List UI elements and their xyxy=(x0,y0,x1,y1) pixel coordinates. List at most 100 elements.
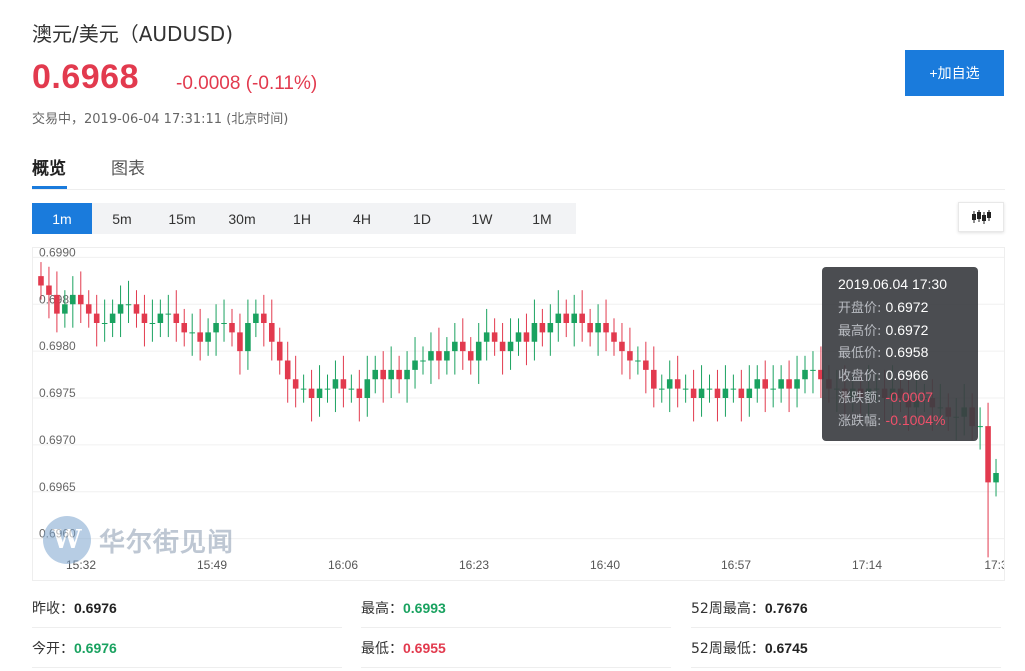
candle-body xyxy=(93,313,100,323)
candle-body xyxy=(595,323,601,333)
candle-body xyxy=(141,313,148,323)
stat-low: 最低：0.6955 xyxy=(361,632,671,668)
stat-label: 昨收： xyxy=(32,601,74,617)
candle-body xyxy=(436,351,442,361)
candle-body xyxy=(746,388,753,398)
stat-prev-close: 昨收：0.6976 xyxy=(32,592,342,628)
period-5m[interactable]: 5m xyxy=(92,203,152,234)
candle-body xyxy=(380,369,386,380)
candle-body xyxy=(372,369,379,380)
candle-body xyxy=(794,379,800,389)
period-1mo[interactable]: 1M xyxy=(512,203,572,234)
last-price: 0.6968 xyxy=(32,58,139,96)
y-tick-label: 0.6970 xyxy=(39,433,76,447)
candle-body xyxy=(531,323,538,342)
active-tab-indicator xyxy=(32,186,67,189)
candle-body xyxy=(467,351,474,361)
x-tick-label: 17:3 xyxy=(984,558,1005,572)
candle-body xyxy=(714,388,721,398)
candle-body xyxy=(420,360,426,362)
candle-body xyxy=(109,313,116,323)
candle-body xyxy=(324,388,331,390)
candle-body xyxy=(563,313,570,323)
tooltip-row: 收盘价: 0.6966 xyxy=(838,365,962,388)
candle-body xyxy=(117,304,124,314)
x-tick-label: 16:57 xyxy=(721,558,751,572)
candle-body xyxy=(340,379,347,389)
stat-label: 最高： xyxy=(361,601,403,617)
stat-open: 今开：0.6976 xyxy=(32,632,342,668)
candle-body xyxy=(754,379,761,389)
stat-value: 0.6993 xyxy=(403,600,446,616)
tooltip-row: 开盘价: 0.6972 xyxy=(838,297,962,320)
stat-52w-high: 52周最高：0.7676 xyxy=(691,592,1001,628)
candle-body xyxy=(507,341,514,352)
x-tick-label: 16:23 xyxy=(459,558,489,572)
candle-body xyxy=(499,341,506,352)
period-selector: 1m 5m 15m 30m 1H 4H 1D 1W 1M xyxy=(32,203,576,234)
candle-body xyxy=(460,341,466,352)
x-tick-label: 16:06 xyxy=(328,558,358,572)
y-tick-label: 0.6990 xyxy=(39,248,76,259)
candle-body xyxy=(722,388,729,398)
tooltip-value: 0.6972 xyxy=(885,321,929,338)
candle-body xyxy=(635,360,641,362)
candle-body xyxy=(284,360,291,380)
stat-value: 0.6976 xyxy=(74,640,117,656)
candle-body xyxy=(213,323,219,333)
period-15m[interactable]: 15m xyxy=(152,203,212,234)
price-change: -0.0008 (-0.11%) xyxy=(176,73,318,94)
candle-body xyxy=(261,313,267,323)
period-1d[interactable]: 1D xyxy=(392,203,452,234)
tooltip-label: 最低价: xyxy=(838,346,882,361)
tooltip-label: 收盘价: xyxy=(838,368,882,384)
candle-body xyxy=(276,341,283,361)
candle-body xyxy=(300,388,307,390)
candle-body xyxy=(555,313,562,323)
candle-body xyxy=(396,369,402,380)
add-watchlist-button[interactable]: +加自选 xyxy=(905,50,1004,96)
candle-body xyxy=(388,369,394,380)
tooltip-label: 涨跌幅: xyxy=(838,413,882,429)
candle-body xyxy=(579,313,585,323)
tab-chart[interactable]: 图表 xyxy=(111,154,145,179)
candle-body xyxy=(786,379,792,389)
tab-overview[interactable]: 概览 xyxy=(32,154,66,179)
candle-body xyxy=(149,323,156,324)
candle-body xyxy=(515,332,522,342)
stat-value: 0.6745 xyxy=(764,640,808,656)
chart-type-button[interactable] xyxy=(958,202,1004,232)
candle-body xyxy=(253,313,259,323)
period-1m[interactable]: 1m xyxy=(32,203,92,234)
candle-body xyxy=(658,388,665,390)
stat-value: 0.6955 xyxy=(403,640,446,656)
candle-body xyxy=(674,379,681,389)
candle-body xyxy=(356,388,363,398)
candle-body xyxy=(237,332,243,352)
tooltip-row: 涨跌幅: -0.1004% xyxy=(838,410,962,433)
candle-body xyxy=(348,388,355,390)
candle-body xyxy=(770,388,776,390)
candle-body xyxy=(85,304,92,314)
price-chart[interactable]: 0.69900.69850.69800.69750.69700.69650.69… xyxy=(32,247,1005,581)
candle-body xyxy=(523,332,530,342)
candle-body xyxy=(666,379,673,389)
period-30m[interactable]: 30m xyxy=(212,203,272,234)
candle-body xyxy=(977,426,983,428)
candle-body xyxy=(682,388,689,390)
trading-status: 交易中，2019-06-04 17:31:11 (北京时间) xyxy=(32,112,289,127)
watermark: W 华尔街见闻 xyxy=(43,516,234,564)
candle-body xyxy=(189,332,195,334)
period-1h[interactable]: 1H xyxy=(272,203,332,234)
period-1w[interactable]: 1W xyxy=(452,203,512,234)
candle-body xyxy=(762,379,769,389)
candle-body xyxy=(483,332,490,342)
candle-body xyxy=(603,323,609,333)
candle-body xyxy=(62,304,68,314)
candle-body xyxy=(428,351,434,361)
candle-body xyxy=(619,341,625,352)
candle-body xyxy=(46,285,52,295)
tooltip-time: 2019.06.04 17:30 xyxy=(838,276,947,292)
stat-label: 52周最低： xyxy=(691,641,765,657)
period-4h[interactable]: 4H xyxy=(332,203,392,234)
